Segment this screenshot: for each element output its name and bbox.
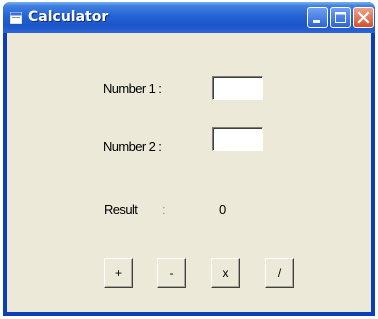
close-icon (357, 11, 370, 24)
number1-input[interactable] (212, 76, 263, 100)
number1-label: Number 1 : (103, 81, 162, 96)
add-button[interactable]: + (104, 258, 133, 288)
calculator-window: Calculator Number 1 : Number 2 : Result … (3, 2, 375, 316)
subtract-button[interactable]: - (157, 258, 186, 288)
close-button[interactable] (353, 7, 374, 28)
form-client-area: Number 1 : Number 2 : Result : 0 + - x / (7, 33, 371, 312)
number2-input[interactable] (212, 127, 263, 151)
multiply-button[interactable]: x (211, 258, 240, 288)
maximize-icon (335, 12, 346, 23)
form-icon[interactable] (10, 11, 22, 24)
minimize-icon (313, 20, 320, 23)
result-label: Result (104, 202, 138, 217)
minimize-button[interactable] (307, 7, 328, 28)
title-bar[interactable]: Calculator (3, 2, 375, 33)
maximize-button[interactable] (330, 7, 351, 28)
window-title: Calculator (28, 9, 109, 25)
result-value: 0 (219, 202, 226, 217)
result-separator: : (162, 202, 166, 217)
divide-button[interactable]: / (265, 258, 294, 288)
number2-label: Number 2 : (103, 139, 162, 154)
